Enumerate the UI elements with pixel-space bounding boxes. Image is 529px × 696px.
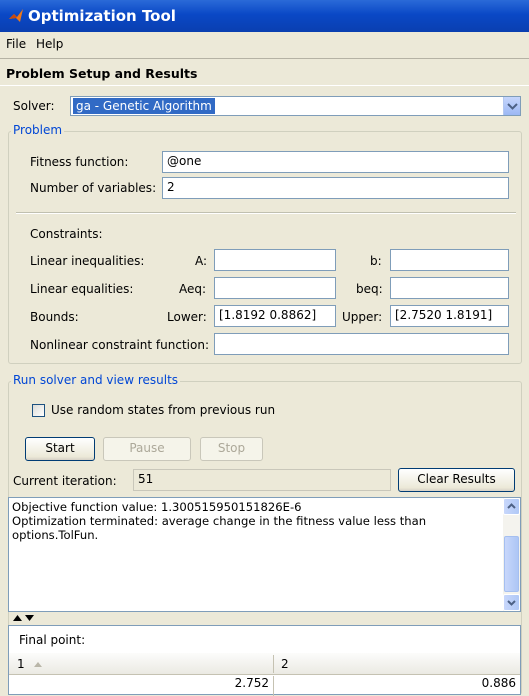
run-legend: Run solver and view results [11,373,181,387]
sort-ascending-icon [34,662,42,667]
table-cell[interactable]: 2.752 [9,676,274,696]
scroll-thumb[interactable] [504,536,519,592]
solver-select[interactable]: ga - Genetic Algorithm [70,96,521,116]
dropdown-button[interactable] [503,97,520,115]
lower-label: Lower: [167,310,207,324]
pause-button[interactable]: Pause [103,437,191,461]
lin-ineq-label: Linear inequalities: [30,254,145,268]
nonlin-label: Nonlinear constraint function: [30,338,209,352]
matlab-icon [9,9,23,22]
final-point-table: Final point: 1 2 2.752 0.886 [8,625,521,696]
column-header[interactable]: 1 [17,657,25,671]
menu-file[interactable]: File [6,37,26,51]
table-header: 1 2 [9,653,520,675]
fitness-label: Fitness function: [30,155,129,169]
upper-label: Upper: [342,310,383,324]
split-arrows-icon[interactable] [12,613,36,623]
menu-bar: File Help [0,32,529,56]
Aeq-label: Aeq: [179,282,207,296]
start-button[interactable]: Start [25,437,95,461]
A-label: A: [195,254,208,268]
b-field[interactable] [390,249,509,271]
clear-results-button[interactable]: Clear Results [398,468,515,492]
constraints-title: Constraints: [30,227,103,241]
window-title: Optimization Tool [28,7,176,25]
A-field[interactable] [214,249,336,271]
lin-eq-label: Linear equalities: [30,282,134,296]
output-line: options.TolFun. [12,528,99,542]
output-line: Objective function value: 1.300515950151… [12,500,302,514]
upper-bounds-field[interactable]: [2.7520 1.8191] [390,305,509,327]
final-point-title: Final point: [19,633,86,647]
menu-help[interactable]: Help [36,37,63,51]
chevron-down-icon [507,103,518,110]
bounds-label: Bounds: [30,310,79,324]
section-header: Problem Setup and Results [0,58,529,86]
results-scrollbar[interactable] [503,498,520,611]
random-states-label: Use random states from previous run [51,403,276,417]
section-title: Problem Setup and Results [6,66,198,81]
column-divider [273,655,274,673]
results-text: Objective function value: 1.300515950151… [12,500,492,542]
scroll-up-button[interactable] [503,498,520,515]
fitness-function-field[interactable]: @one [162,151,509,173]
beq-field[interactable] [390,277,509,299]
nonlin-constraint-field[interactable] [214,333,509,355]
solver-label: Solver: [13,99,55,113]
results-output: Objective function value: 1.300515950151… [8,497,521,612]
stop-button[interactable]: Stop [200,437,263,461]
solver-selected-value: ga - Genetic Algorithm [73,98,215,114]
lower-bounds-field[interactable]: [1.8192 0.8862] [214,305,336,327]
column-header[interactable]: 2 [281,657,289,671]
divider [16,212,516,214]
problem-legend: Problem [11,123,65,137]
chevron-down-icon [507,600,516,606]
b-label: b: [370,254,382,268]
chevron-up-icon [507,503,516,509]
output-line: Optimization terminated: average change … [12,514,427,528]
scroll-down-button[interactable] [503,594,520,611]
Aeq-field[interactable] [214,277,336,299]
table-cell[interactable]: 0.886 [274,676,520,696]
random-states-checkbox[interactable] [32,404,45,417]
iteration-field: 51 [133,469,391,491]
beq-label: beq: [356,282,383,296]
nvars-label: Number of variables: [30,181,157,195]
nvars-field[interactable]: 2 [162,177,509,199]
title-bar: Optimization Tool [0,0,529,32]
iteration-label: Current iteration: [13,474,117,488]
